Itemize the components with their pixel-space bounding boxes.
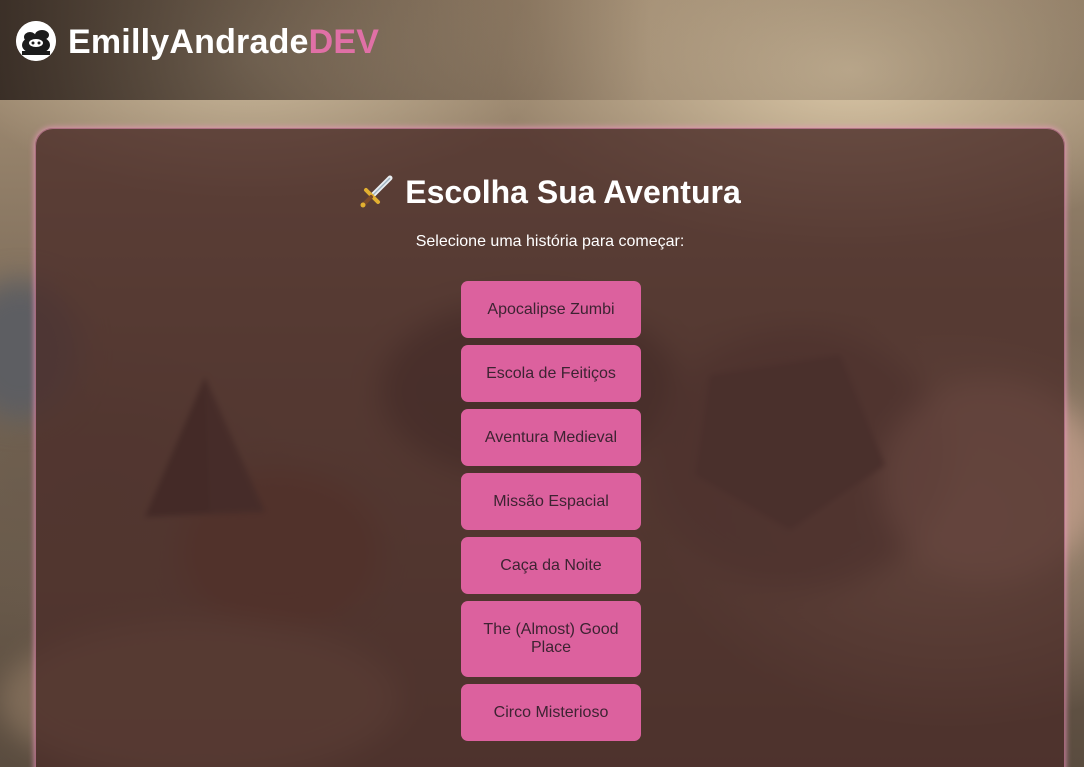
brand-name: EmillyAndrade [68, 23, 309, 61]
site-brand[interactable]: EmillyAndradeDEV [68, 22, 379, 62]
page-title: Escolha Sua Aventura [405, 174, 741, 210]
story-button-circo-misterioso[interactable]: Circo Misterioso [461, 684, 641, 741]
story-button-caca-da-noite[interactable]: Caça da Noite [461, 537, 641, 594]
story-button-escola-de-feiticos[interactable]: Escola de Feitiços [461, 345, 641, 402]
page-subtitle: Selecione uma história para começar: [415, 233, 685, 250]
story-button-apocalipse-zumbi[interactable]: Apocalipse Zumbi [461, 281, 641, 338]
story-list: Apocalipse Zumbi Escola de Feitiços Aven… [461, 281, 641, 741]
title-row: Escolha Sua Aventura [0, 172, 1084, 212]
brand-accent: DEV [308, 23, 380, 61]
dagger-icon [360, 175, 393, 208]
story-button-almost-good-place[interactable]: The (Almost) Good Place [461, 601, 641, 677]
story-button-missao-espacial[interactable]: Missão Espacial [461, 473, 641, 530]
panda-avatar-icon[interactable] [16, 21, 56, 61]
story-button-aventura-medieval[interactable]: Aventura Medieval [461, 409, 641, 466]
